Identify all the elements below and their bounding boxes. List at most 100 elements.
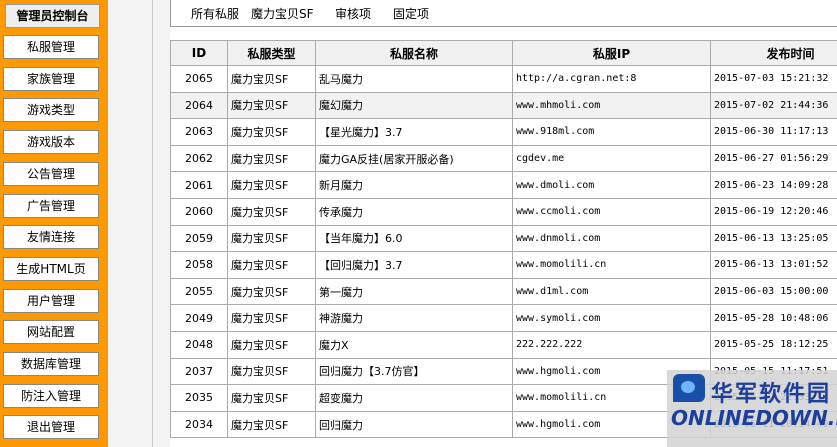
cell-id: 2058 xyxy=(170,251,228,279)
col-header-ip: 私服IP xyxy=(512,40,711,66)
cell-name: 魔力X xyxy=(315,330,513,359)
cell-time: 2015-05-25 18:12:25 xyxy=(710,330,837,359)
cell-ip: www.ccmoli.com xyxy=(512,197,711,226)
table-row[interactable]: 2061 魔力宝贝SF 新月魔力 www.dmoli.com 2015-06-23 14… xyxy=(170,171,837,199)
cell-time: 2015-06-13 13:01:52 xyxy=(710,251,837,279)
col-header-name: 私服名称 xyxy=(315,40,513,66)
cell-id: 2034 xyxy=(170,410,228,439)
cell-ip: cgdev.me xyxy=(512,144,711,173)
col-header-time: 发布时间 xyxy=(710,40,837,66)
col-header-type: 私服类型 xyxy=(227,40,316,66)
cell-id: 2062 xyxy=(170,144,228,173)
cell-ip: www.mhmoli.com xyxy=(512,91,711,120)
cell-type: 魔力宝贝SF xyxy=(227,384,316,412)
watermark-en: ONLINEDOWN.net xyxy=(671,406,837,430)
cell-time: 2015-05-28 10:48:06 xyxy=(710,304,837,332)
cell-ip: www.symoli.com xyxy=(512,304,711,332)
sidebar-item[interactable]: 私服管理 xyxy=(3,35,99,59)
sidebar-item[interactable]: 公告管理 xyxy=(3,161,99,186)
cell-time: 2015-06-30 11:17:13 xyxy=(710,118,837,146)
cell-id: 2060 xyxy=(170,197,228,226)
table-row[interactable]: 2049 魔力宝贝SF 神游魔力 www.symoli.com 2015-05-28 1… xyxy=(170,304,837,332)
cell-ip: www.918ml.com xyxy=(512,118,711,146)
cell-name: 神游魔力 xyxy=(315,304,513,332)
table-row[interactable]: 2065 魔力宝贝SF 乱马魔力 http://a.cgran.net:8 2015-0… xyxy=(170,65,837,93)
sidebar-item[interactable]: 家族管理 xyxy=(3,66,99,91)
sidebar-item[interactable]: 生成HTML页 xyxy=(3,256,99,281)
sidebar: 管理员控制台 私服管理家族管理游戏类型游戏版本公告管理广告管理友情连接生成HTM… xyxy=(0,0,108,447)
cell-type: 魔力宝贝SF xyxy=(227,330,316,359)
table-row[interactable]: 2058 魔力宝贝SF 【回归魔力】3.7 www.momolili.cn 2015-0… xyxy=(170,251,837,279)
cell-id: 2055 xyxy=(170,277,228,306)
cell-ip: www.dnmoli.com xyxy=(512,224,711,253)
cell-name: 魔力GA反挂(居家开服必备) xyxy=(315,144,513,173)
cell-name: 传承魔力 xyxy=(315,197,513,226)
cell-id: 2059 xyxy=(170,224,228,253)
cell-name: 【星光魔力】3.7 xyxy=(315,118,513,146)
table-row[interactable]: 2059 魔力宝贝SF 【当年魔力】6.0 www.dnmoli.com 2015-06… xyxy=(170,224,837,253)
cell-time: 2015-06-03 15:00:00 xyxy=(710,277,837,306)
table-row[interactable]: 2048 魔力宝贝SF 魔力X 222.222.222 2015-05-25 18:12… xyxy=(170,330,837,359)
table-row[interactable]: 2055 魔力宝贝SF 第一魔力 www.d1ml.com 2015-06-03 15:… xyxy=(170,277,837,306)
cell-ip: www.momolili.cn xyxy=(512,251,711,279)
cell-name: 超变魔力 xyxy=(315,384,513,412)
sidebar-item[interactable]: 友情连接 xyxy=(3,225,99,250)
watermark-cn: 华军软件园 xyxy=(711,382,832,407)
cell-type: 魔力宝贝SF xyxy=(227,224,316,253)
cell-type: 魔力宝贝SF xyxy=(227,197,316,226)
cell-name: 【当年魔力】6.0 xyxy=(315,224,513,253)
cell-ip: http://a.cgran.net:8 xyxy=(512,65,711,93)
cell-type: 魔力宝贝SF xyxy=(227,251,316,279)
watermark-logo: 华军软件园 ONLINEDOWN.net xyxy=(667,370,837,447)
cell-name: 回归魔力【3.7仿官】 xyxy=(315,357,513,386)
cell-ip: www.dmoli.com xyxy=(512,171,711,199)
sidebar-item[interactable]: 游戏类型 xyxy=(3,98,99,123)
cell-id: 2065 xyxy=(170,65,228,93)
cell-type: 魔力宝贝SF xyxy=(227,277,316,306)
table-row[interactable]: 2064 魔力宝贝SF 魔幻魔力 www.mhmoli.com 2015-07-02 2… xyxy=(170,91,837,120)
cell-name: 魔幻魔力 xyxy=(315,91,513,120)
divider xyxy=(152,0,153,447)
cell-name: 回归魔力 xyxy=(315,410,513,439)
table-header-row: ID 私服类型 私服名称 私服IP 发布时间 xyxy=(170,40,837,66)
sidebar-gap xyxy=(108,0,170,447)
cell-time: 2015-06-23 14:09:28 xyxy=(710,171,837,199)
sidebar-item[interactable]: 网站配置 xyxy=(3,320,99,345)
nav-review-items[interactable]: 审核项 xyxy=(335,5,371,22)
sidebar-item[interactable]: 退出管理 xyxy=(3,415,99,440)
cell-ip: 222.222.222 xyxy=(512,330,711,359)
cell-id: 2063 xyxy=(170,118,228,146)
cell-name: 【回归魔力】3.7 xyxy=(315,251,513,279)
sidebar-item[interactable]: 防注入管理 xyxy=(3,383,99,408)
cell-time: 2015-07-03 15:21:32 xyxy=(710,65,837,93)
sidebar-item[interactable]: 游戏版本 xyxy=(3,130,99,155)
cell-name: 新月魔力 xyxy=(315,171,513,199)
cell-name: 乱马魔力 xyxy=(315,65,513,93)
logo-icon xyxy=(673,374,705,402)
cell-id: 2035 xyxy=(170,384,228,412)
cell-time: 2015-07-02 21:44:36 xyxy=(710,91,837,120)
cell-time: 2015-06-19 12:20:46 xyxy=(710,197,837,226)
cell-time: 2015-06-27 01:56:29 xyxy=(710,144,837,173)
top-nav: 所有私服 魔力宝贝SF 审核项 固定项 xyxy=(170,0,837,27)
cell-type: 魔力宝贝SF xyxy=(227,144,316,173)
cell-type: 魔力宝贝SF xyxy=(227,91,316,120)
table-row[interactable]: 2063 魔力宝贝SF 【星光魔力】3.7 www.918ml.com 2015-06-… xyxy=(170,118,837,146)
cell-id: 2064 xyxy=(170,91,228,120)
sidebar-item[interactable]: 数据库管理 xyxy=(3,352,99,376)
nav-all-servers[interactable]: 所有私服 xyxy=(191,5,239,22)
cell-type: 魔力宝贝SF xyxy=(227,357,316,386)
sidebar-item[interactable]: 广告管理 xyxy=(3,193,99,218)
table-row[interactable]: 2060 魔力宝贝SF 传承魔力 www.ccmoli.com 2015-06-19 1… xyxy=(170,197,837,226)
cell-type: 魔力宝贝SF xyxy=(227,410,316,439)
cell-time: 2015-06-13 13:25:05 xyxy=(710,224,837,253)
sidebar-item[interactable]: 用户管理 xyxy=(3,288,99,313)
nav-fixed-items[interactable]: 固定项 xyxy=(393,5,429,22)
col-header-id: ID xyxy=(170,40,228,66)
table-row[interactable]: 2062 魔力宝贝SF 魔力GA反挂(居家开服必备) cgdev.me 2015-06-… xyxy=(170,144,837,173)
cell-id: 2037 xyxy=(170,357,228,386)
cell-name: 第一魔力 xyxy=(315,277,513,306)
sidebar-title: 管理员控制台 xyxy=(5,4,100,28)
cell-id: 2049 xyxy=(170,304,228,332)
nav-molibaobei-sf[interactable]: 魔力宝贝SF xyxy=(251,5,314,22)
